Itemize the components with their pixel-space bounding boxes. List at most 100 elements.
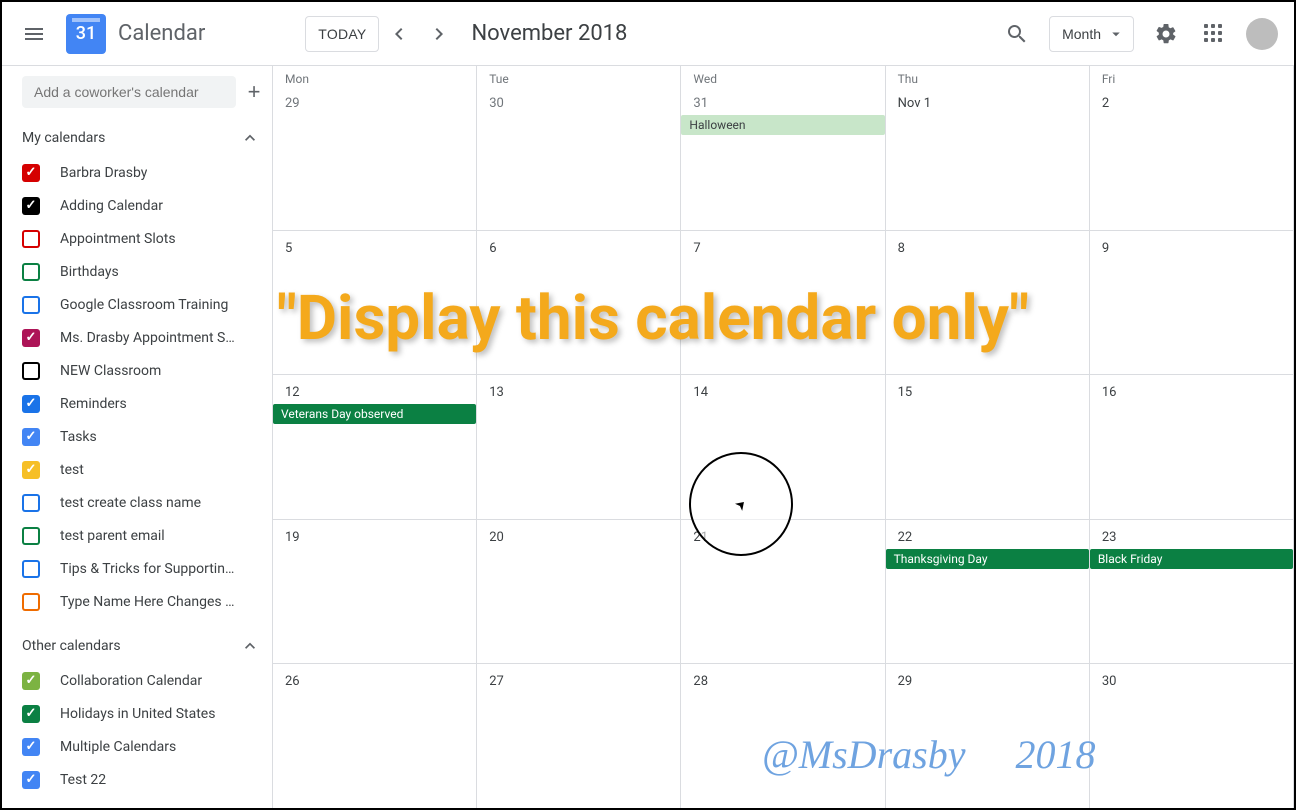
calendar-event[interactable]: Halloween — [681, 115, 884, 135]
calendar-checkbox[interactable] — [22, 428, 40, 446]
calendar-label: Type Name Here Changes … — [60, 594, 234, 610]
account-button[interactable] — [1238, 10, 1286, 58]
calendar-label: NEW Classroom — [60, 363, 161, 379]
calendar-list-item[interactable]: Adding Calendar — [22, 189, 272, 222]
calendar-checkbox[interactable] — [22, 362, 40, 380]
weekday-label: Tue — [489, 72, 668, 86]
calendar-label: Google Classroom Training — [60, 297, 228, 313]
day-cell[interactable]: 29 — [273, 86, 477, 230]
google-apps-button[interactable] — [1190, 10, 1238, 58]
main-menu-button[interactable] — [10, 10, 58, 58]
day-cell[interactable]: 16 — [1090, 375, 1294, 519]
weekday-header-cell: Tue — [477, 66, 681, 86]
day-cell[interactable]: 12Veterans Day observed — [273, 375, 477, 519]
search-button[interactable] — [993, 10, 1041, 58]
calendar-label: Tasks — [60, 429, 97, 445]
calendar-event[interactable]: Black Friday — [1090, 549, 1293, 569]
day-cell[interactable]: 30 — [477, 86, 681, 230]
today-button[interactable]: TODAY — [305, 16, 379, 52]
day-number: 13 — [489, 385, 504, 400]
calendar-label: Birthdays — [60, 264, 119, 280]
calendar-list-item[interactable]: Holidays in United States — [22, 697, 272, 730]
my-calendars-header[interactable]: My calendars — [22, 120, 272, 156]
day-cell[interactable]: 14 — [681, 375, 885, 519]
calendar-checkbox[interactable] — [22, 296, 40, 314]
calendar-checkbox[interactable] — [22, 197, 40, 215]
day-cell[interactable]: 15 — [886, 375, 1090, 519]
day-cell[interactable]: 23Black Friday — [1090, 520, 1294, 664]
calendar-list-item[interactable]: Tips & Tricks for Supportin… — [22, 552, 272, 585]
calendar-list-item[interactable]: Tasks — [22, 420, 272, 453]
calendar-checkbox[interactable] — [22, 527, 40, 545]
calendar-checkbox[interactable] — [22, 230, 40, 248]
calendar-checkbox[interactable] — [22, 329, 40, 347]
calendar-checkbox[interactable] — [22, 593, 40, 611]
account-avatar-icon — [1246, 18, 1278, 50]
day-cell[interactable]: 8 — [886, 231, 1090, 375]
calendar-list-item[interactable]: NEW Classroom — [22, 354, 272, 387]
day-cell[interactable]: 6 — [477, 231, 681, 375]
day-cell[interactable]: 13 — [477, 375, 681, 519]
calendar-list-item[interactable]: Appointment Slots — [22, 222, 272, 255]
day-cell[interactable]: 19 — [273, 520, 477, 664]
other-calendars-header[interactable]: Other calendars — [22, 628, 272, 664]
calendar-checkbox[interactable] — [22, 494, 40, 512]
calendar-checkbox[interactable] — [22, 263, 40, 281]
week-row: 26272829 30 — [273, 663, 1294, 808]
prev-period-button[interactable] — [379, 14, 419, 54]
calendar-list-item[interactable]: Birthdays — [22, 255, 272, 288]
calendar-list-item[interactable]: Type Name Here Changes … — [22, 585, 272, 618]
add-coworker-input[interactable] — [22, 76, 236, 108]
calendar-checkbox[interactable] — [22, 771, 40, 789]
weekday-header-cell: Thu — [886, 66, 1090, 86]
calendar-list-item[interactable]: Google Classroom Training — [22, 288, 272, 321]
calendar-list-item[interactable]: test create class name — [22, 486, 272, 519]
day-cell[interactable]: 26 — [273, 664, 477, 808]
current-period-label: November 2018 — [471, 21, 627, 46]
calendar-checkbox[interactable] — [22, 738, 40, 756]
main-content: + My calendars Barbra DrasbyAdding Calen… — [2, 66, 1294, 808]
calendar-checkbox[interactable] — [22, 164, 40, 182]
day-cell[interactable]: Nov 1 — [886, 86, 1090, 230]
day-cell[interactable]: 29 — [886, 664, 1090, 808]
day-cell[interactable]: 21 — [681, 520, 885, 664]
calendar-checkbox[interactable] — [22, 705, 40, 723]
day-number: 30 — [1102, 674, 1117, 689]
next-period-button[interactable] — [419, 14, 459, 54]
day-number: 5 — [285, 241, 292, 256]
day-cell[interactable]: 28 — [681, 664, 885, 808]
calendar-list-item[interactable]: Multiple Calendars — [22, 730, 272, 763]
add-calendar-button[interactable]: + — [236, 74, 272, 110]
day-number: 8 — [898, 241, 905, 256]
day-cell[interactable]: 9 — [1090, 231, 1294, 375]
calendar-checkbox[interactable] — [22, 672, 40, 690]
calendar-list-item[interactable]: Barbra Drasby — [22, 156, 272, 189]
day-cell[interactable]: 22Thanksgiving Day — [886, 520, 1090, 664]
calendar-checkbox[interactable] — [22, 461, 40, 479]
calendar-list-item[interactable]: Test 22 — [22, 763, 272, 796]
calendar-list-item[interactable]: Reminders — [22, 387, 272, 420]
calendar-checkbox[interactable] — [22, 395, 40, 413]
day-cell[interactable]: 20 — [477, 520, 681, 664]
day-cell[interactable]: 30 — [1090, 664, 1294, 808]
calendar-event[interactable]: Veterans Day observed — [273, 404, 476, 424]
other-calendars-list: Collaboration Calendar Holidays in United… — [22, 664, 272, 796]
settings-button[interactable] — [1142, 10, 1190, 58]
day-cell[interactable]: 31Halloween — [681, 86, 885, 230]
other-calendars-label: Other calendars — [22, 638, 121, 654]
my-calendars-label: My calendars — [22, 130, 105, 146]
calendar-checkbox[interactable] — [22, 560, 40, 578]
view-selector[interactable]: Month — [1049, 16, 1134, 52]
calendar-event[interactable]: Thanksgiving Day — [886, 549, 1089, 569]
day-cell[interactable]: 7 — [681, 231, 885, 375]
day-cell[interactable]: 27 — [477, 664, 681, 808]
day-cell[interactable]: 2 — [1090, 86, 1294, 230]
calendar-list-item[interactable]: test parent email — [22, 519, 272, 552]
calendar-list-item[interactable]: test — [22, 453, 272, 486]
week-row: 12Veterans Day observed 13 141516 — [273, 374, 1294, 519]
day-cell[interactable]: 5 — [273, 231, 477, 375]
calendar-label: Holidays in United States — [60, 706, 215, 722]
weekday-header-cell: Wed — [681, 66, 885, 86]
calendar-list-item[interactable]: Ms. Drasby Appointment S… — [22, 321, 272, 354]
calendar-list-item[interactable]: Collaboration Calendar — [22, 664, 272, 697]
